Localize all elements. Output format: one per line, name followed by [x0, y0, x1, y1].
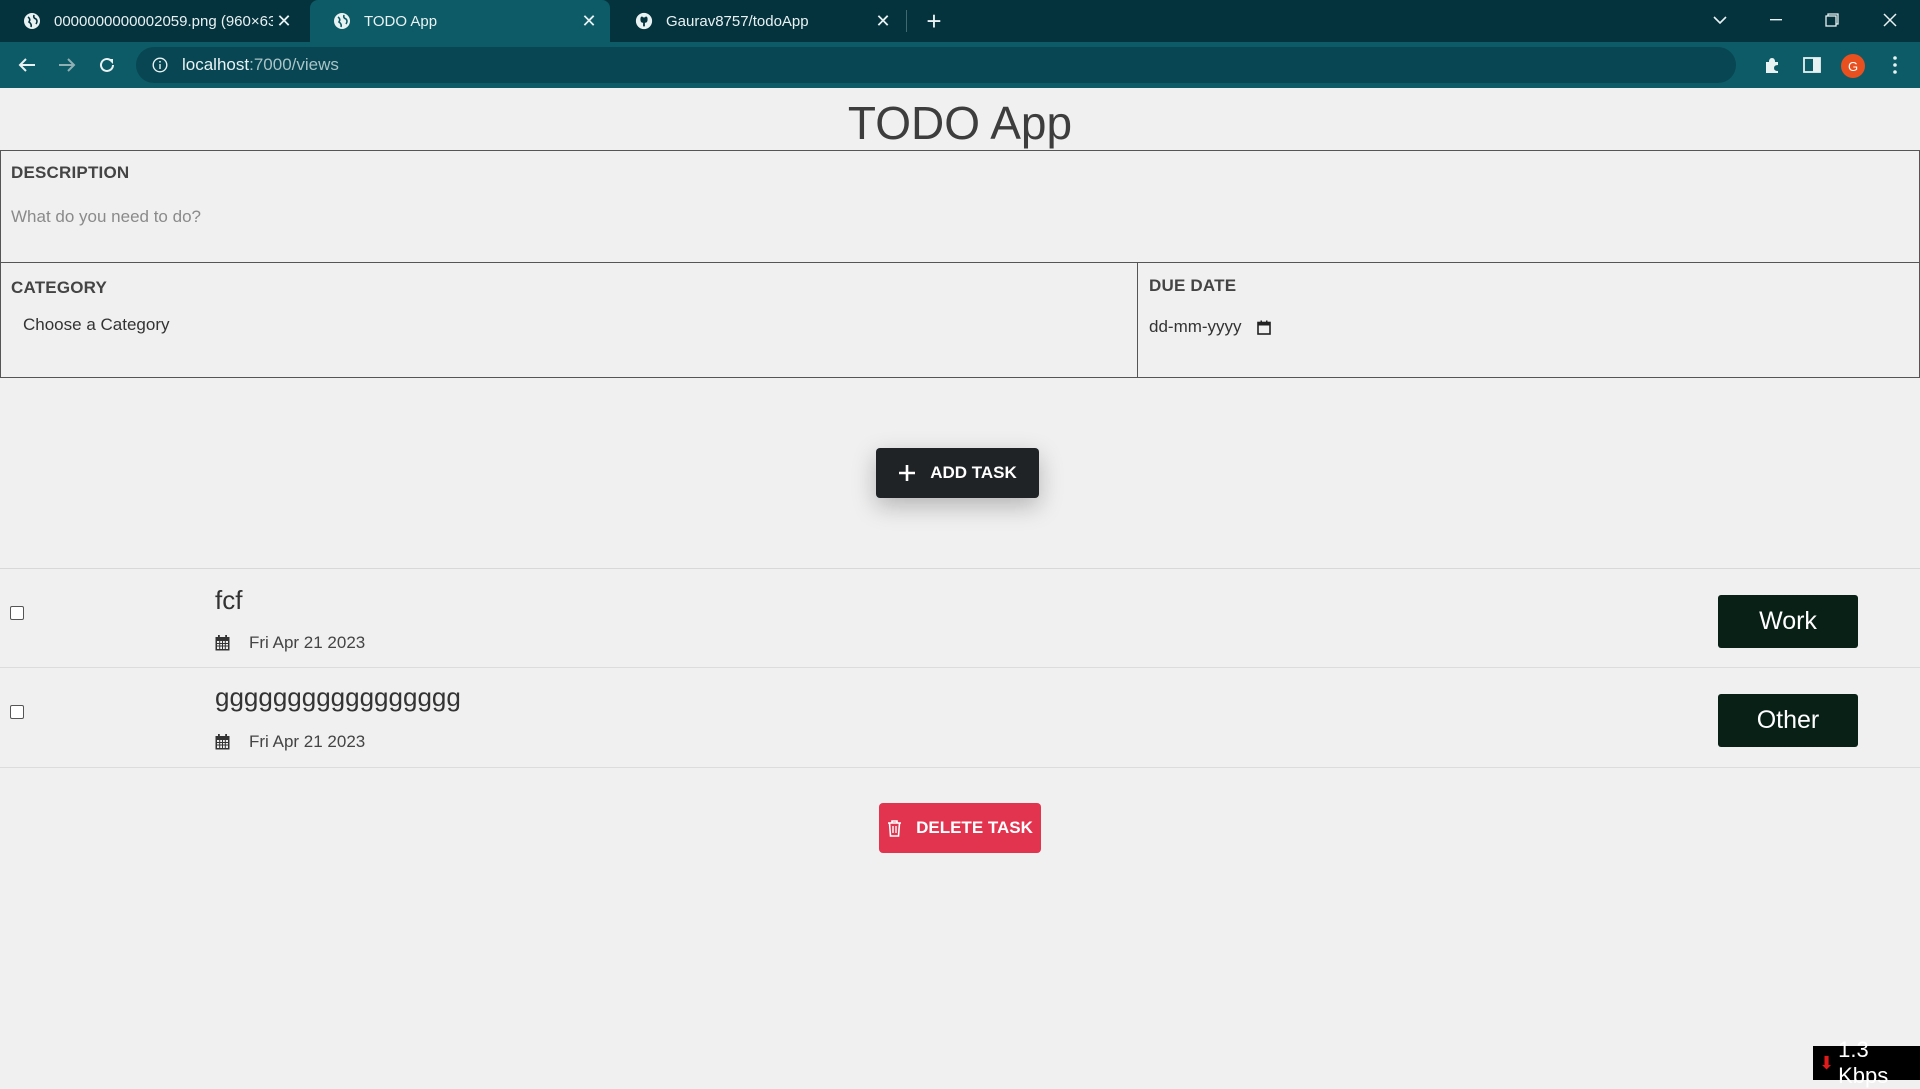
task-row: fcf Fri Apr 21 2023 Work: [0, 569, 1920, 668]
close-window-button[interactable]: [1862, 0, 1918, 40]
browser-tabstrip: 0000000000002059.png (960×63 ✕ TODO App …: [0, 0, 1920, 42]
task-due-date: Fri Apr 21 2023: [215, 732, 365, 752]
delete-task-button[interactable]: DELETE TASK: [879, 803, 1041, 853]
url-path: :7000/views: [249, 55, 339, 74]
page-content: TODO App DESCRIPTION CATEGORY Choose a C…: [0, 88, 1920, 1080]
calendar-icon[interactable]: [1256, 319, 1272, 335]
url-host: localhost: [182, 55, 250, 74]
category-badge: Other: [1718, 694, 1858, 747]
task-row: ggggggggggggggggg Fri Apr 21 2023 Other: [0, 669, 1920, 768]
minimize-button[interactable]: [1748, 0, 1804, 40]
add-task-label: ADD TASK: [930, 463, 1017, 482]
category-select[interactable]: Choose a Category: [23, 315, 169, 335]
task-due-date: Fri Apr 21 2023: [215, 633, 365, 653]
side-panel-icon[interactable]: [1797, 50, 1827, 80]
tab-title: TODO App: [364, 12, 438, 30]
task-date-text: Fri Apr 21 2023: [249, 633, 366, 652]
close-icon[interactable]: ✕: [273, 10, 295, 32]
trash-icon: [887, 819, 902, 837]
network-speed-text: 1.3 Kbps: [1838, 1037, 1889, 1088]
tab-separator: [906, 10, 907, 32]
forward-button[interactable]: [52, 50, 82, 80]
menu-kebab-icon[interactable]: [1880, 50, 1910, 80]
task-form: DESCRIPTION CATEGORY Choose a Category D…: [0, 150, 1920, 378]
site-info-icon[interactable]: [150, 55, 170, 75]
description-input[interactable]: [11, 203, 1891, 231]
tab-search-button[interactable]: [1692, 0, 1748, 40]
due-date-section: DUE DATE dd-mm-yyyy: [1139, 263, 1919, 377]
plus-icon: [898, 464, 916, 482]
calendar-icon: [215, 734, 231, 750]
due-date-label: DUE DATE: [1149, 276, 1237, 295]
task-date-text: Fri Apr 21 2023: [249, 732, 366, 751]
globe-icon: [333, 12, 351, 30]
new-tab-button[interactable]: +: [920, 6, 948, 36]
task-checkbox[interactable]: [10, 606, 24, 620]
description-label: DESCRIPTION: [11, 163, 130, 182]
browser-tab-github[interactable]: Gaurav8757/todoApp ✕: [612, 0, 904, 42]
down-arrow-icon: ⬇: [1819, 1052, 1835, 1073]
category-badge: Work: [1718, 595, 1858, 648]
address-bar[interactable]: localhost:7000/views: [136, 47, 1736, 83]
calendar-icon: [215, 635, 231, 651]
add-task-button[interactable]: ADD TASK: [876, 448, 1039, 498]
category-label: CATEGORY: [11, 278, 108, 297]
profile-avatar[interactable]: G: [1841, 54, 1865, 78]
extensions-icon[interactable]: [1757, 50, 1787, 80]
description-section: DESCRIPTION: [1, 151, 1919, 263]
globe-icon: [23, 12, 41, 30]
category-section: CATEGORY Choose a Category: [1, 263, 1138, 377]
network-speed-overlay: ⬇ 1.3 Kbps: [1813, 1037, 1920, 1088]
url-text: localhost:7000/views: [182, 55, 339, 75]
task-description: ggggggggggggggggg: [215, 682, 461, 712]
due-date-input[interactable]: dd-mm-yyyy: [1149, 317, 1272, 337]
browser-tab-todo[interactable]: TODO App ✕: [310, 0, 610, 42]
page-title: TODO App: [847, 97, 1073, 149]
task-description: fcf: [215, 585, 243, 615]
reload-button[interactable]: [92, 50, 122, 80]
close-icon[interactable]: ✕: [578, 10, 600, 32]
task-checkbox[interactable]: [10, 705, 24, 719]
tab-title: 0000000000002059.png (960×63: [54, 12, 273, 30]
close-icon[interactable]: ✕: [872, 10, 894, 32]
github-icon: [635, 12, 653, 30]
due-date-placeholder: dd-mm-yyyy: [1149, 317, 1242, 336]
back-button[interactable]: [12, 50, 42, 80]
browser-tab-image[interactable]: 0000000000002059.png (960×63 ✕: [0, 0, 305, 42]
restore-button[interactable]: [1804, 0, 1860, 40]
delete-task-label: DELETE TASK: [916, 818, 1033, 837]
tab-title: Gaurav8757/todoApp: [666, 12, 809, 30]
